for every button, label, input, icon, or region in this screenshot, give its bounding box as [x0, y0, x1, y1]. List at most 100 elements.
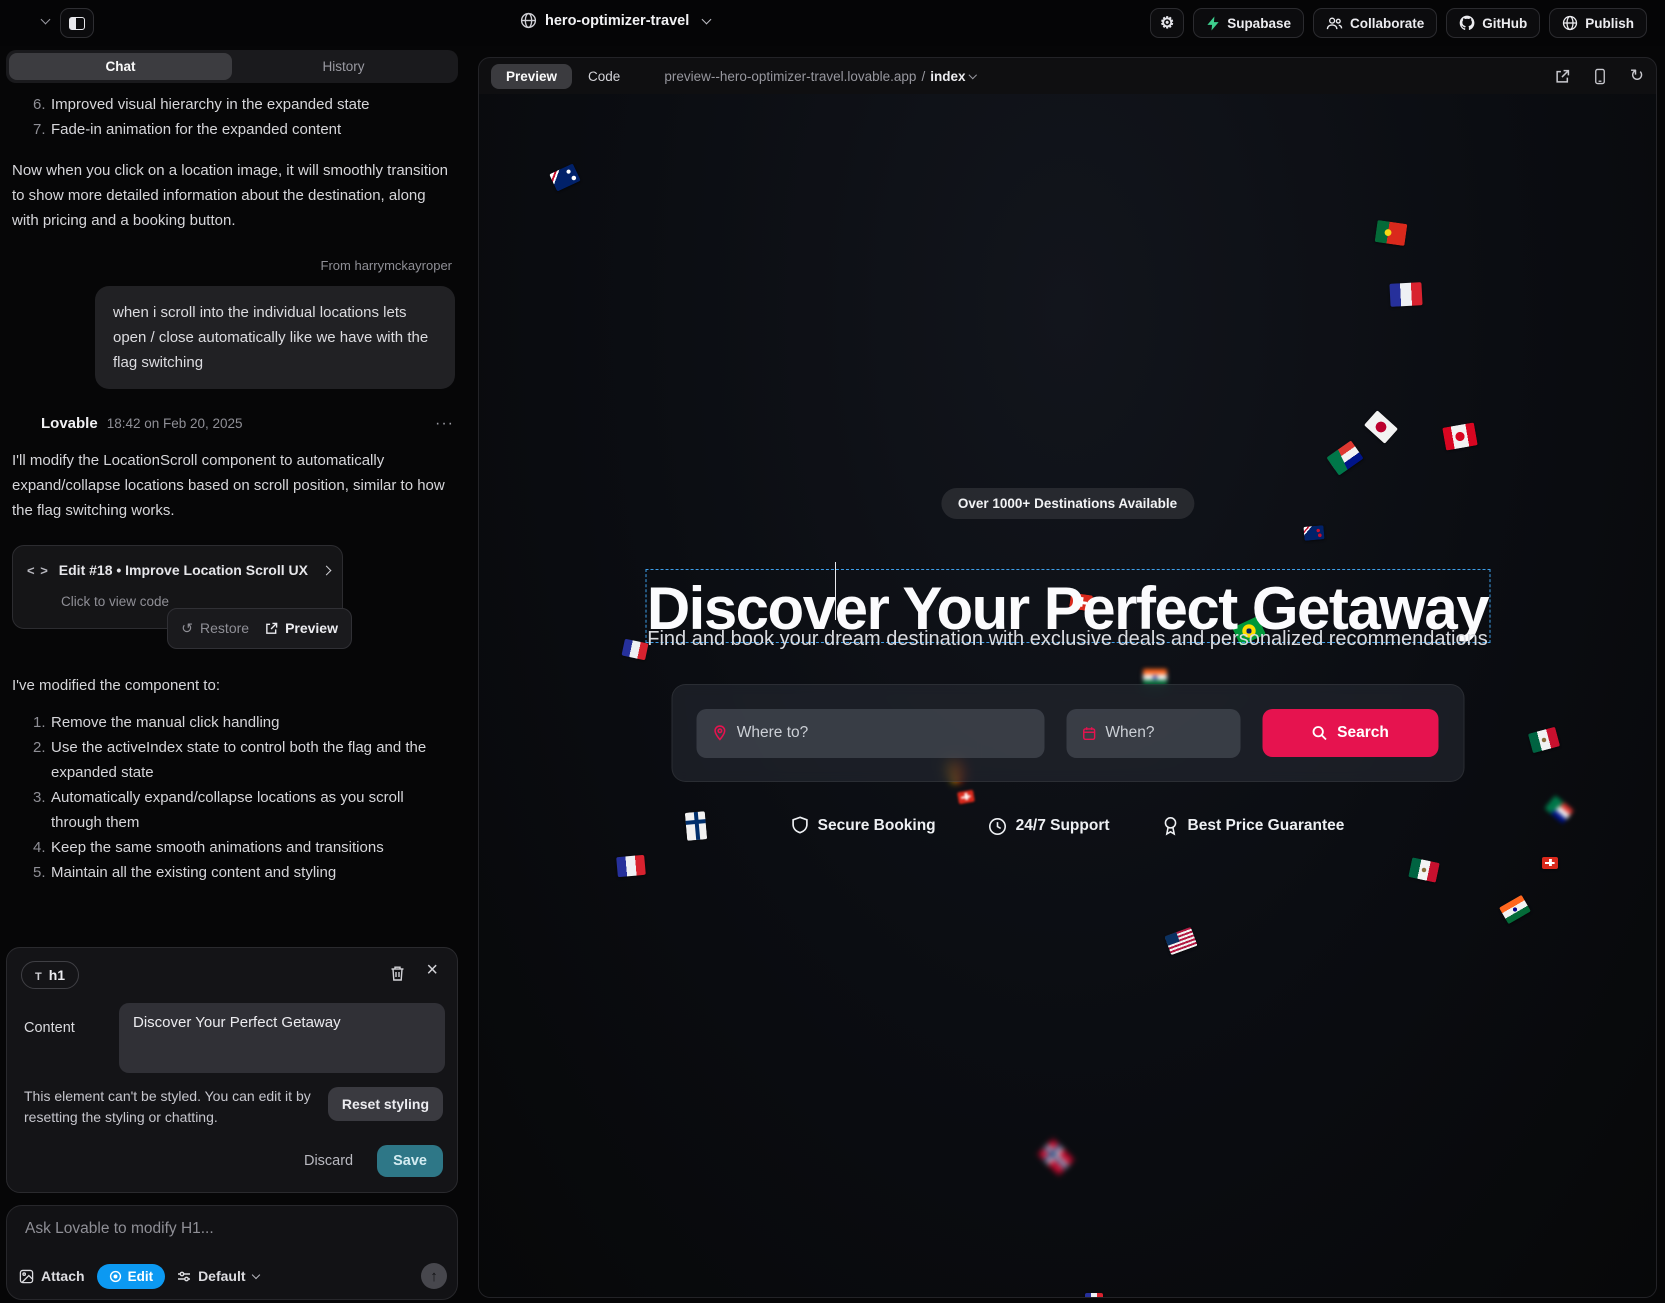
url-domain: preview--hero-optimizer-travel.lovable.a…: [664, 69, 916, 84]
supabase-button[interactable]: Supabase: [1193, 8, 1304, 38]
project-name: hero-optimizer-travel: [545, 13, 689, 29]
restore-button[interactable]: ↺ Restore: [181, 616, 249, 641]
content-label: Content: [24, 1020, 75, 1036]
save-button[interactable]: Save: [377, 1145, 443, 1177]
discard-button[interactable]: Discard: [304, 1153, 353, 1169]
where-to-input[interactable]: [737, 724, 1028, 742]
flag-jp-decoration: [1364, 410, 1398, 444]
tab-chat[interactable]: Chat: [9, 53, 232, 80]
chevron-down-icon: [969, 71, 977, 79]
project-switcher[interactable]: hero-optimizer-travel: [520, 12, 710, 29]
people-icon: [1326, 16, 1343, 31]
when-field[interactable]: [1066, 709, 1240, 758]
target-icon: [109, 1270, 122, 1283]
lovable-logo-menu[interactable]: [12, 10, 49, 33]
list-item: 7.Fade-in animation for the expanded con…: [6, 117, 458, 142]
award-icon: [1162, 816, 1179, 836]
close-icon[interactable]: ×: [426, 959, 438, 982]
edit-version-card[interactable]: < > Edit #18 • Improve Location Scroll U…: [12, 545, 343, 629]
search-card: Search: [671, 684, 1464, 782]
list-item: 5.Maintain all the existing content and …: [6, 860, 458, 885]
chevron-down-icon: [702, 14, 712, 24]
flag-nz-decoration: [1303, 525, 1324, 541]
selected-element-tag: T h1: [21, 961, 79, 989]
chat-composer: Attach Edit Default ↑: [6, 1205, 458, 1300]
chevron-down-icon: [251, 1271, 259, 1279]
chat-scroll-area[interactable]: 6.Improved visual hierarchy in the expan…: [6, 92, 458, 940]
list-item: 3.Automatically expand/collapse location…: [6, 785, 458, 835]
tab-history[interactable]: History: [232, 53, 455, 80]
gear-icon: ⚙: [1160, 13, 1174, 33]
flag-fr-decoration: [1389, 282, 1422, 307]
element-editor-panel: T h1 × Content Discover Your Perfect Get…: [6, 947, 458, 1193]
image-icon: [19, 1269, 34, 1284]
github-button[interactable]: GitHub: [1446, 8, 1540, 38]
type-icon: T: [35, 971, 42, 983]
flag-ca-decoration: [1442, 422, 1478, 450]
message-author-label: From harrymckayroper: [6, 253, 458, 278]
assistant-name: Lovable: [41, 411, 98, 436]
send-button[interactable]: ↑: [421, 1263, 447, 1289]
chevron-right-icon: [322, 566, 332, 576]
supabase-bolt-icon: [1206, 16, 1220, 31]
toggle-sidebar-button[interactable]: [60, 8, 94, 38]
location-pin-icon: [712, 724, 727, 742]
flag-za-decoration: [1326, 440, 1363, 475]
panel-left-icon: [69, 17, 85, 30]
reset-styling-button[interactable]: Reset styling: [328, 1087, 443, 1121]
list-item: 2.Use the activeIndex state to control b…: [6, 735, 458, 785]
attach-button[interactable]: Attach: [19, 1268, 85, 1284]
feature-support: 24/7 Support: [988, 816, 1110, 836]
settings-button[interactable]: ⚙: [1150, 8, 1184, 38]
flag-ch-decoration: [957, 790, 975, 805]
destinations-badge: Over 1000+ Destinations Available: [941, 488, 1194, 519]
where-to-field[interactable]: [696, 709, 1044, 758]
url-page: index: [930, 69, 965, 84]
tab-preview[interactable]: Preview: [491, 64, 572, 89]
sidebar-tab-bar: Chat History: [6, 50, 458, 83]
search-icon: [1311, 725, 1327, 741]
lovable-heart-icon: [12, 415, 32, 433]
url-breadcrumb[interactable]: preview--hero-optimizer-travel.lovable.a…: [664, 69, 976, 84]
preview-toolbar: Preview Code preview--hero-optimizer-tra…: [479, 58, 1656, 94]
assistant-message-header: Lovable 18:42 on Feb 20, 2025 ···: [12, 411, 454, 436]
trash-icon[interactable]: [390, 965, 405, 982]
message-timestamp: 18:42 on Feb 20, 2025: [107, 411, 243, 436]
list-item: 4.Keep the same smooth animations and tr…: [6, 835, 458, 860]
when-input[interactable]: [1105, 724, 1224, 742]
sliders-icon: [177, 1270, 191, 1283]
composer-input[interactable]: [25, 1220, 435, 1238]
user-message-bubble: when i scroll into the individual locati…: [95, 286, 455, 389]
preview-panel: Preview Code preview--hero-optimizer-tra…: [478, 57, 1657, 1298]
collaborate-button[interactable]: Collaborate: [1313, 8, 1437, 38]
styling-note: This element can't be styled. You can ed…: [24, 1086, 336, 1128]
lovable-heart-icon: [12, 10, 37, 33]
list-item: 6.Improved visual hierarchy in the expan…: [6, 92, 458, 117]
shield-icon: [791, 816, 809, 836]
edit-mode-button[interactable]: Edit: [97, 1264, 166, 1289]
content-textarea[interactable]: Discover Your Perfect Getaway: [119, 1003, 445, 1073]
preview-version-button[interactable]: Preview: [265, 616, 338, 641]
text-caret: [835, 562, 837, 620]
top-bar: hero-optimizer-travel ⚙ Supabase Collabo…: [0, 0, 1665, 46]
flag-mx-decoration: [1408, 857, 1440, 882]
open-in-new-tab-icon[interactable]: [1555, 69, 1570, 84]
github-icon: [1459, 15, 1475, 31]
feature-secure-booking: Secure Booking: [791, 816, 936, 836]
hero-subtitle: Find and book your dream destination wit…: [479, 628, 1656, 651]
assistant-paragraph: I've modified the component to:: [12, 673, 454, 698]
flag-pt-decoration: [1375, 220, 1408, 246]
tab-code[interactable]: Code: [578, 64, 630, 89]
list-item: 1.Remove the manual click handling: [6, 710, 458, 735]
publish-button[interactable]: Publish: [1549, 8, 1647, 38]
arrow-up-icon: ↑: [430, 1268, 438, 1285]
more-options-icon[interactable]: ···: [435, 411, 454, 436]
search-button[interactable]: Search: [1262, 709, 1438, 757]
refresh-icon[interactable]: ↻: [1630, 66, 1644, 86]
assistant-paragraph: Now when you click on a location image, …: [12, 158, 454, 233]
flag-in-decoration: [1499, 895, 1531, 924]
mode-selector[interactable]: Default: [177, 1268, 258, 1284]
feature-badges-row: Secure Booking 24/7 Support Best Price G…: [479, 816, 1656, 836]
mobile-view-icon[interactable]: [1594, 68, 1606, 85]
calendar-icon: [1082, 725, 1095, 742]
